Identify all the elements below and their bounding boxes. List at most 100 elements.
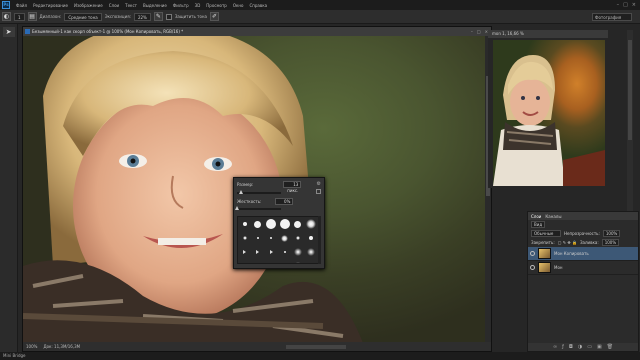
range-select[interactable]: Средние тона: [64, 12, 102, 21]
brush-preset-soft-large[interactable]: [306, 219, 317, 229]
brush-preset-hard-small[interactable]: [242, 222, 247, 226]
menu-help[interactable]: Справка: [246, 3, 270, 8]
new-preset-button[interactable]: [316, 189, 321, 194]
window-controls: – □ ×: [617, 2, 640, 8]
layer-row[interactable]: Мон: [528, 261, 638, 275]
brush-preset-hard-medium-2[interactable]: [294, 220, 302, 228]
lock-icons[interactable]: ▢ ✎ ✥ 🔒: [558, 240, 577, 245]
menu-image[interactable]: Изображение: [71, 3, 106, 8]
brush-preset-soft-small-2[interactable]: [295, 236, 300, 240]
brush-size-slider[interactable]: [237, 190, 281, 194]
menu-view[interactable]: Просмотр: [203, 3, 230, 8]
layer-thumbnail: [538, 262, 551, 273]
layer-name: Мон: [554, 265, 563, 270]
workspace-select[interactable]: Фотография: [592, 12, 632, 21]
trash-icon[interactable]: 🗑: [607, 344, 613, 350]
exposure-field[interactable]: 22%: [133, 12, 151, 21]
brush-preset-picker[interactable]: 1: [14, 12, 25, 21]
layer-thumbnail: [538, 248, 551, 259]
canvas-horizontal-scrollbar[interactable]: [286, 344, 347, 349]
layer-kind-select[interactable]: Вид: [531, 221, 546, 228]
brush-preset-soft-medium[interactable]: [281, 234, 289, 242]
navigator-tab[interactable]: mon 1, 16,66 %: [488, 30, 608, 38]
layers-panel-footer: ∞ ƒ ◘ ◑ ▭ ▣ 🗑: [528, 343, 638, 351]
navigator-preview[interactable]: [493, 40, 605, 186]
new-layer-icon[interactable]: ▣: [597, 344, 602, 350]
brush-preset-arrow-2[interactable]: [256, 250, 260, 254]
pressure-icon[interactable]: ✐: [209, 12, 219, 21]
options-bar: ◐ 1 ▤ Диапазон: Средние тона Экспозиция:…: [0, 10, 640, 24]
zoom-level[interactable]: 100%: [26, 344, 37, 349]
tools-panel: ➤: [0, 24, 18, 352]
move-tool-icon[interactable]: ➤: [2, 27, 15, 37]
menu-filter[interactable]: Фильтр: [170, 3, 192, 8]
brush-preset-dot-3[interactable]: [283, 251, 286, 253]
layers-panel: Слои Каналы Вид Обычные Непрозрачность: …: [527, 211, 639, 352]
layer-row[interactable]: Мон Копировать: [528, 247, 638, 261]
folder-icon[interactable]: ▭: [587, 344, 592, 350]
photoshop-window: Ps Файл Редактирование Изображение Слои …: [0, 0, 640, 360]
eye-icon[interactable]: [530, 251, 535, 256]
menu-text[interactable]: Текст: [122, 3, 140, 8]
minimize-button[interactable]: –: [617, 2, 620, 8]
fill-label: Заливка:: [579, 240, 599, 245]
brush-panel-icon[interactable]: ▤: [27, 12, 37, 21]
menu-edit[interactable]: Редактирование: [30, 3, 71, 8]
menu-select[interactable]: Выделение: [140, 3, 170, 8]
menu-file[interactable]: Файл: [13, 3, 30, 8]
brush-preset-spatter-3[interactable]: [293, 262, 302, 263]
range-label: Диапазон:: [39, 14, 62, 19]
gear-icon[interactable]: ⚙: [317, 181, 321, 187]
brush-hardness-field[interactable]: 0%: [275, 198, 294, 205]
brush-hardness-label: Жесткость:: [237, 199, 262, 204]
brush-preset-arrow-3[interactable]: [269, 250, 273, 254]
brush-preset-hard-xl[interactable]: [279, 219, 290, 229]
menu-3d[interactable]: 3D: [192, 3, 204, 8]
brush-size-field[interactable]: 13 пикс.: [283, 181, 302, 193]
photoshop-logo-icon: Ps: [2, 1, 10, 9]
tab-layers[interactable]: Слои: [531, 214, 541, 219]
link-icon[interactable]: ∞: [553, 344, 557, 350]
child-portrait-thumbnail: [493, 55, 605, 186]
brush-preset-small[interactable]: [309, 236, 314, 240]
brush-preset-hard-medium[interactable]: [254, 220, 262, 228]
brush-preset-arrow[interactable]: [243, 250, 247, 254]
opacity-field[interactable]: 100%: [602, 230, 621, 237]
document-tab[interactable]: Безымянный-1 как скорп объект-1 @ 100% (…: [23, 27, 491, 36]
protect-tones-checkbox[interactable]: [165, 13, 172, 20]
protect-tones-label: Защитить тона: [174, 14, 207, 19]
eye-icon[interactable]: [530, 265, 535, 270]
doc-maximize-button[interactable]: □: [477, 29, 481, 34]
brush-preset-hard-large[interactable]: [266, 219, 277, 229]
brush-size-slider-knob[interactable]: [239, 190, 244, 194]
doc-minimize-button[interactable]: –: [471, 29, 473, 34]
document-size[interactable]: Док: 11,3M/16,3M: [43, 344, 80, 349]
fx-icon[interactable]: ƒ: [562, 344, 564, 350]
brush-presets-grid: [237, 216, 319, 264]
brush-preset-soft-small[interactable]: [242, 236, 247, 240]
panels-scroll-thumb[interactable]: [628, 40, 632, 140]
document-icon: [25, 29, 30, 34]
exposure-label: Экспозиция:: [104, 14, 131, 19]
close-button[interactable]: ×: [632, 2, 636, 8]
sponge-tool-icon[interactable]: ◐: [2, 12, 11, 21]
airbrush-icon[interactable]: ✎: [153, 12, 163, 21]
menu-layers[interactable]: Слои: [106, 3, 122, 8]
brush-preset-spatter[interactable]: [293, 248, 302, 256]
layers-panel-tabs: Слои Каналы: [528, 212, 638, 220]
brush-presets-scrollbar[interactable]: [318, 216, 321, 264]
menu-window[interactable]: Окно: [230, 3, 247, 8]
fill-field[interactable]: 100%: [601, 239, 620, 246]
brush-preset-dot-2[interactable]: [270, 237, 273, 239]
mini-bridge-bar[interactable]: Mini Bridge: [0, 352, 640, 360]
tab-channels[interactable]: Каналы: [545, 214, 561, 219]
blend-mode-select[interactable]: Обычные: [531, 230, 561, 237]
mask-icon[interactable]: ◘: [569, 344, 573, 350]
brush-preset-dot[interactable]: [256, 237, 259, 239]
brush-hardness-slider[interactable]: [235, 206, 281, 210]
adjustment-icon[interactable]: ◑: [578, 344, 582, 350]
maximize-button[interactable]: □: [623, 2, 628, 8]
brush-hardness-slider-knob[interactable]: [235, 206, 239, 210]
brush-preset-spatter-2[interactable]: [307, 248, 316, 256]
opacity-label: Непрозрачность:: [564, 231, 600, 236]
